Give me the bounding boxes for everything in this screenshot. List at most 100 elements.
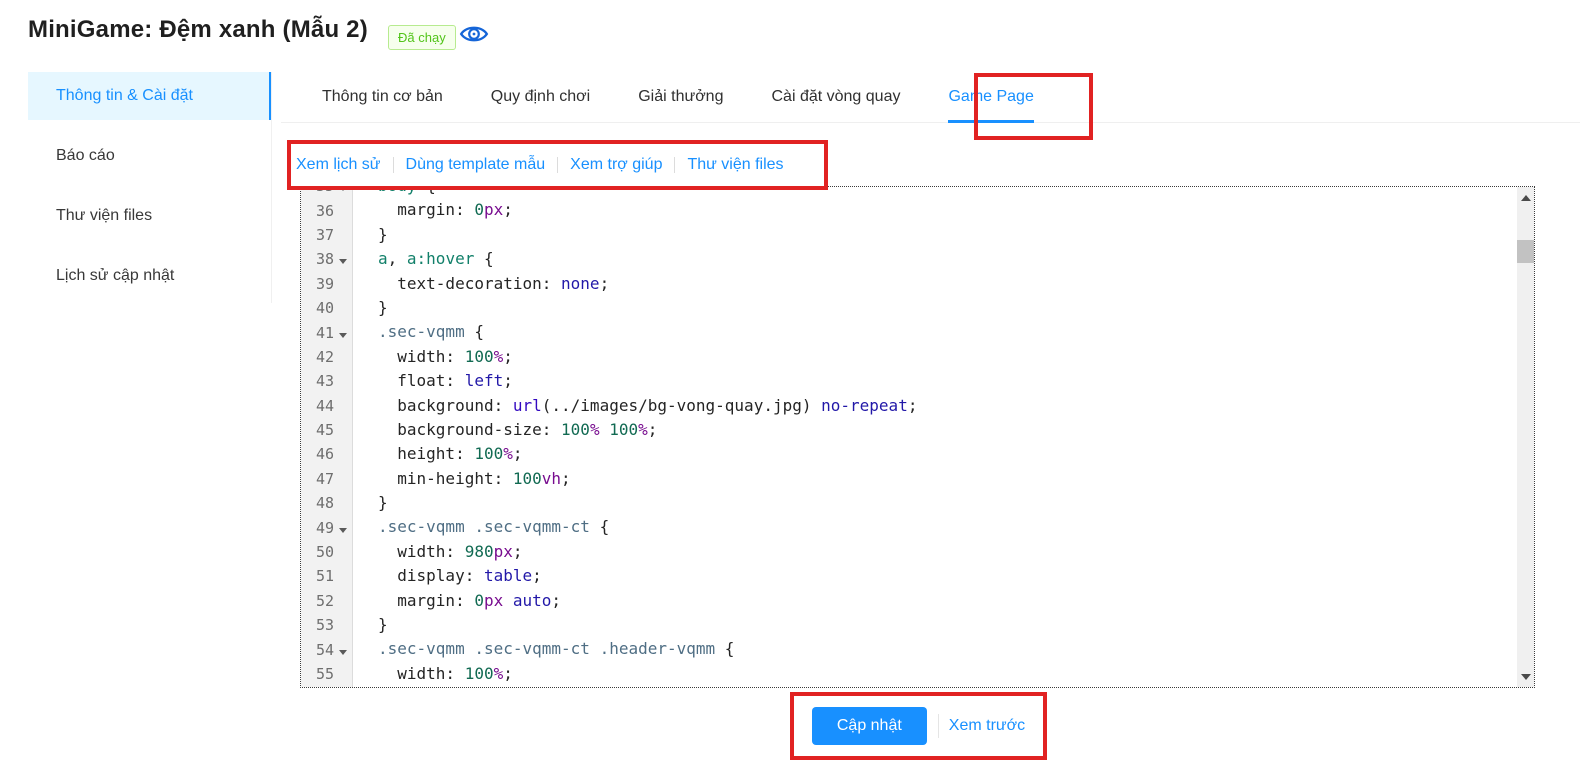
tab[interactable]: Thông tin cơ bản [322,72,443,122]
code-line: height: 100%; [378,442,1517,466]
sidebar-item-label: Thông tin & Cài đặt [56,87,193,105]
code-line: background-size: 100% 100%; [378,418,1517,442]
gutter-row: 36 [301,198,352,222]
gutter-row: 44 [301,394,352,418]
editor-line-number-gutter: 35 36 37 38 39 40 41 42 43 44 45 46 47 48 49 50 51 52 53 54… [301,187,353,687]
code-line: } [378,491,1517,515]
toolbar-link[interactable]: Xem trợ giúp [570,156,662,174]
active-tab-underline [948,120,1033,123]
line-number: 51 [301,567,334,585]
code-line: margin: 0px; [378,198,1517,222]
gutter-row: 54 [301,637,352,661]
editor-code-area[interactable]: body { margin: 0px;}a, a:hover { text-de… [353,187,1517,687]
tab-label: Giải thưởng [638,88,723,106]
code-line: } [378,296,1517,320]
toolbar-separator [393,157,394,173]
preview-eye-icon[interactable] [459,21,489,47]
line-number: 50 [301,543,334,561]
preview-link[interactable]: Xem trước [949,717,1025,735]
gutter-row: 37 [301,223,352,247]
code-line: min-height: 100vh; [378,467,1517,491]
code-line: a, a:hover { [378,247,1517,271]
gutter-row: 50 [301,540,352,564]
page-title: MiniGame: Đệm xanh (Mẫu 2) [28,16,368,44]
toolbar-separator [557,157,558,173]
sidebar-item[interactable]: Lịch sử cập nhật [28,252,272,300]
sidebar-item-label: Báo cáo [56,147,115,165]
fold-arrow-icon[interactable] [334,324,352,342]
sidebar-item[interactable]: Thư viện files [28,192,272,240]
gutter-row: 43 [301,369,352,393]
line-number: 48 [301,494,334,512]
line-number: 49 [301,519,334,537]
line-number: 37 [301,226,334,244]
code-line: width: 100%; [378,345,1517,369]
gutter-row: 42 [301,345,352,369]
code-line: width: 980px; [378,540,1517,564]
footer-actions: Cập nhật Xem trước [790,692,1047,760]
code-line: display: table; [378,564,1517,588]
code-editor[interactable]: 35 36 37 38 39 40 41 42 43 44 45 46 47 48 49 50 51 52 53 54… [300,186,1535,688]
fold-arrow-icon[interactable] [334,186,352,195]
code-line: .sec-vqmm .sec-vqmm-ct .header-vqmm { [378,637,1517,661]
tab[interactable]: Quy định chơi [491,72,590,122]
code-line: margin: 0px auto; [378,589,1517,613]
scrollbar-thumb[interactable] [1517,240,1534,263]
gutter-row: 38 [301,247,352,271]
tab[interactable]: Cài đặt vòng quay [771,72,900,122]
gutter-row: 48 [301,491,352,515]
line-number: 55 [301,665,334,683]
line-number: 53 [301,616,334,634]
code-line: float: left; [378,369,1517,393]
line-number: 44 [301,397,334,415]
tab-label: Cài đặt vòng quay [771,88,900,106]
gutter-row: 46 [301,442,352,466]
line-number: 45 [301,421,334,439]
line-number: 41 [301,324,334,342]
tab[interactable]: Game Page [948,72,1033,122]
tab[interactable]: Giải thưởng [638,72,723,122]
toolbar-link[interactable]: Dùng template mẫu [406,156,546,174]
gutter-row: 47 [301,467,352,491]
code-line: .sec-vqmm .sec-vqmm-ct { [378,515,1517,539]
sidebar-item[interactable]: Thông tin & Cài đặt [28,72,272,120]
code-line: text-decoration: none; [378,272,1517,296]
code-line: background: url(../images/bg-vong-quay.j… [378,394,1517,418]
scrollbar-down-arrow-icon[interactable] [1517,668,1534,685]
gutter-row: 49 [301,515,352,539]
scrollbar-up-arrow-icon[interactable] [1517,189,1534,206]
line-number: 40 [301,299,334,317]
tab-label: Game Page [948,88,1033,106]
code-line: } [378,613,1517,637]
footer-separator [938,714,939,738]
line-number: 43 [301,372,334,390]
gutter-row: 39 [301,272,352,296]
toolbar-link[interactable]: Thư viện files [687,156,783,174]
line-number: 46 [301,445,334,463]
fold-arrow-icon[interactable] [334,641,352,659]
toolbar-link[interactable]: Xem lịch sử [296,156,381,174]
toolbar-separator [674,157,675,173]
gutter-row: 40 [301,296,352,320]
page: MiniGame: Đệm xanh (Mẫu 2) Đã chạy Thông… [0,0,1580,774]
gutter-row: 52 [301,589,352,613]
update-button[interactable]: Cập nhật [812,707,927,745]
fold-arrow-icon[interactable] [334,250,352,268]
line-number: 38 [301,250,334,268]
line-number: 35 [301,186,334,195]
code-line: body { [378,187,1517,198]
line-number: 54 [301,641,334,659]
fold-arrow-icon[interactable] [334,519,352,537]
code-line: } [378,223,1517,247]
gutter-row: 55 [301,662,352,686]
editor-toolbar: Xem lịch sử Dùng template mẫu Xem trợ giúp… [296,151,784,179]
gutter-row: 41 [301,320,352,344]
sidebar-item[interactable]: Báo cáo [28,132,272,180]
sidebar-divider [271,72,272,303]
editor-scrollbar[interactable] [1517,187,1534,687]
code-line: .sec-vqmm { [378,320,1517,344]
code-line: width: 100%; [378,662,1517,686]
tab-label: Quy định chơi [491,88,590,106]
line-number: 42 [301,348,334,366]
line-number: 47 [301,470,334,488]
